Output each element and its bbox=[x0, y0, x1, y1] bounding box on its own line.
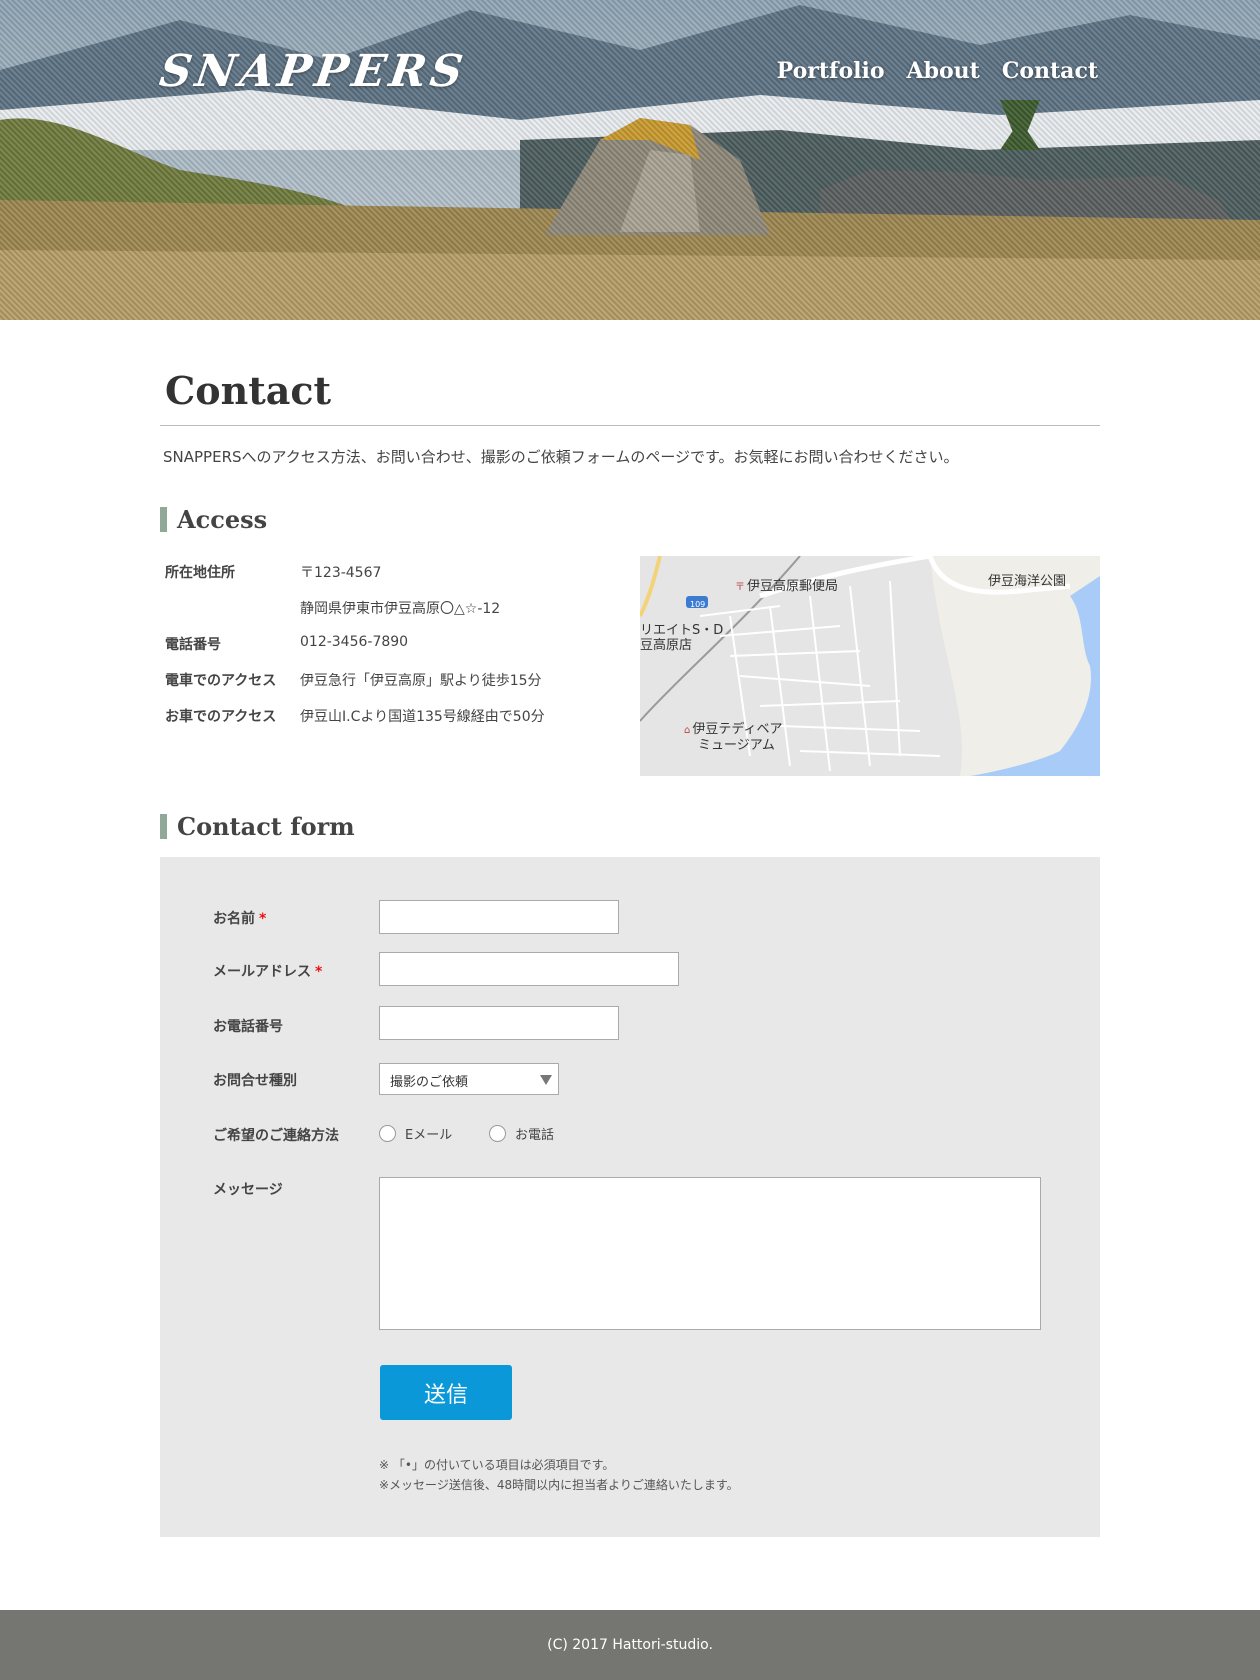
name-label-text: お名前 bbox=[213, 911, 255, 927]
message-label: メッセージ bbox=[213, 1182, 283, 1198]
inquiry-type-select[interactable]: 撮影のご依頼 bbox=[379, 1063, 559, 1095]
museum-icon: ⌂ bbox=[684, 725, 691, 736]
radio-phone-label: お電話 bbox=[515, 1128, 555, 1143]
info-label: 電車でのアクセス bbox=[165, 673, 277, 689]
main-content: Contact SNAPPERSへのアクセス方法、お問い合わせ、撮影のご依頼フォ… bbox=[160, 320, 1100, 1537]
form-heading: Contact form bbox=[160, 812, 1100, 841]
info-label: 電話番号 bbox=[165, 637, 221, 653]
access-title: Access bbox=[177, 505, 268, 534]
map-label-shop: リエイトS・D 豆高原店 bbox=[640, 623, 723, 653]
email-label: メールアドレス * bbox=[213, 961, 322, 981]
phone-input[interactable] bbox=[379, 1006, 619, 1040]
submit-button[interactable]: 送信 bbox=[380, 1365, 512, 1420]
heading-accent-bar bbox=[160, 814, 167, 839]
page-title: Contact bbox=[165, 368, 332, 413]
message-textarea[interactable] bbox=[379, 1177, 1041, 1330]
museum-line-1: 伊豆テディベア bbox=[692, 722, 783, 737]
map-label-park: 伊豆海洋公園 bbox=[988, 574, 1067, 589]
inquiry-type-value: 撮影のご依頼 bbox=[390, 1075, 469, 1090]
note-response: ※メッセージ送信後、48時間以内に担当者よりご連絡いたします。 bbox=[379, 1478, 739, 1492]
inquiry-type-label: お問合せ種別 bbox=[213, 1073, 297, 1089]
radio-email-label: Eメール bbox=[405, 1128, 453, 1143]
hero-banner: SNAPPERS Portfolio About Contact bbox=[0, 0, 1260, 320]
info-value: 〒123-4567 bbox=[300, 565, 382, 581]
nav-about[interactable]: About bbox=[907, 58, 980, 84]
title-divider bbox=[160, 425, 1100, 426]
access-heading: Access bbox=[160, 505, 1100, 534]
radio-email[interactable]: Eメール bbox=[379, 1124, 452, 1143]
contact-method-label: ご希望のご連絡方法 bbox=[213, 1128, 339, 1144]
access-section: 所在地住所 〒123-4567 静岡県伊東市伊豆高原〇△☆-12 電話番号 01… bbox=[160, 556, 1100, 776]
nav-contact[interactable]: Contact bbox=[1002, 58, 1098, 84]
name-input[interactable] bbox=[379, 900, 619, 934]
main-nav: Portfolio About Contact bbox=[777, 58, 1098, 84]
heading-accent-bar bbox=[160, 507, 167, 532]
intro-text: SNAPPERSへのアクセス方法、お問い合わせ、撮影のご依頼フォームのページです… bbox=[163, 448, 959, 466]
required-mark: * bbox=[315, 964, 323, 980]
map-label-post-office: 〒伊豆高原郵便局 bbox=[735, 579, 838, 595]
nav-portfolio[interactable]: Portfolio bbox=[777, 58, 885, 84]
info-row: 電話番号 012-3456-7890 bbox=[160, 628, 640, 664]
copyright: (C) 2017 Hattori-studio. bbox=[547, 1637, 713, 1653]
post-office-icon: 〒 bbox=[735, 582, 745, 593]
shop-line-1: リエイトS・D bbox=[640, 623, 724, 638]
info-row: 所在地住所 〒123-4567 bbox=[160, 556, 640, 592]
info-value: 伊豆山I.Cより国道135号線経由で50分 bbox=[300, 709, 545, 725]
radio-circle[interactable] bbox=[379, 1125, 396, 1142]
radio-phone[interactable]: お電話 bbox=[489, 1124, 554, 1143]
info-value: 静岡県伊東市伊豆高原〇△☆-12 bbox=[300, 601, 501, 617]
access-map[interactable]: 109 〒伊豆高原郵便局 伊豆海洋公園 リエイトS・D 豆高原店 ⌂ 伊豆テディベ… bbox=[640, 556, 1100, 776]
note-required: ※ 「•」の付いている項目は必須項目です。 bbox=[379, 1458, 615, 1472]
route-number: 109 bbox=[690, 600, 706, 609]
form-notes: ※ 「•」の付いている項目は必須項目です。 ※メッセージ送信後、48時間以内に担… bbox=[379, 1455, 739, 1495]
email-input[interactable] bbox=[379, 952, 679, 986]
required-mark: * bbox=[259, 911, 267, 927]
radio-circle[interactable] bbox=[489, 1125, 506, 1142]
dropdown-arrow-icon bbox=[540, 1075, 552, 1085]
shop-line-2: 豆高原店 bbox=[640, 638, 693, 653]
map-label-museum: ⌂ 伊豆テディベア ミュージアム bbox=[684, 722, 782, 753]
name-label: お名前 * bbox=[213, 908, 266, 928]
contact-form: お名前 * メールアドレス * お電話番号 お問合せ種別 撮影のご依頼 ご希望のご連… bbox=[160, 857, 1100, 1537]
info-value: 伊豆急行「伊豆高原」駅より徒歩15分 bbox=[300, 673, 542, 689]
access-info: 所在地住所 〒123-4567 静岡県伊東市伊豆高原〇△☆-12 電話番号 01… bbox=[160, 556, 640, 776]
info-value: 012-3456-7890 bbox=[300, 634, 409, 650]
info-row: 電車でのアクセス 伊豆急行「伊豆高原」駅より徒歩15分 bbox=[160, 664, 640, 700]
info-label: 所在地住所 bbox=[165, 565, 235, 581]
info-row: 静岡県伊東市伊豆高原〇△☆-12 bbox=[160, 592, 640, 628]
info-row: お車でのアクセス 伊豆山I.Cより国道135号線経由で50分 bbox=[160, 700, 640, 736]
info-label: お車でのアクセス bbox=[165, 709, 277, 725]
email-label-text: メールアドレス bbox=[213, 964, 311, 980]
site-footer: (C) 2017 Hattori-studio. bbox=[0, 1610, 1260, 1680]
form-title: Contact form bbox=[177, 812, 355, 841]
post-office-name: 伊豆高原郵便局 bbox=[747, 579, 839, 594]
phone-label: お電話番号 bbox=[213, 1019, 283, 1035]
site-logo[interactable]: SNAPPERS bbox=[156, 46, 469, 97]
museum-line-2: ミュージアム bbox=[698, 738, 775, 753]
